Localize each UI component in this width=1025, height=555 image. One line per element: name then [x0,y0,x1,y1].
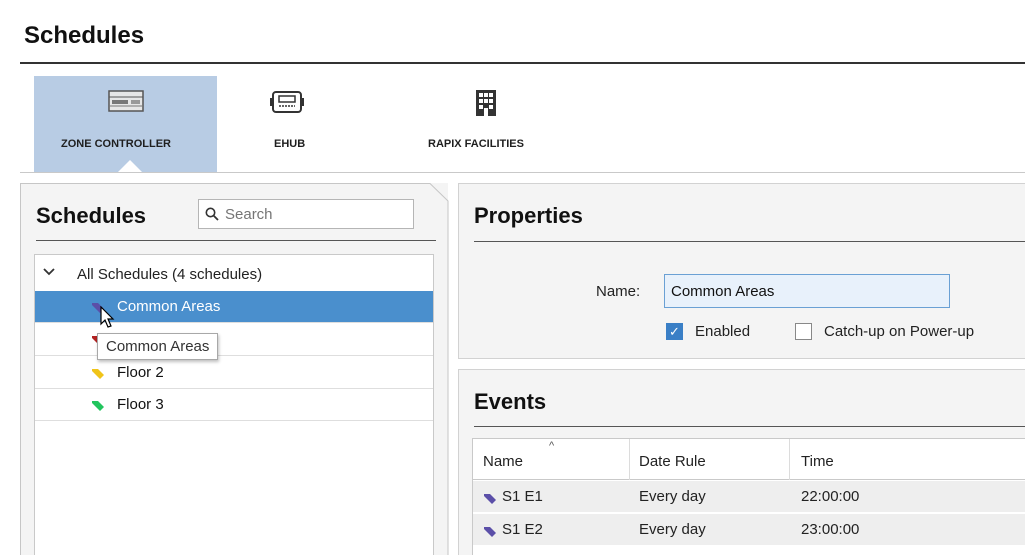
schedules-panel-border [20,183,449,555]
tab-ehub[interactable]: EHUB [240,76,340,172]
device-tabs: ZONE CONTROLLER EHUB RAPIX FACILITIES [20,76,1025,172]
active-tab-notch [118,160,142,172]
tab-rapix-facilities[interactable]: RAPIX FACILITIES [415,76,555,172]
tab-zone-controller[interactable]: ZONE CONTROLLER [34,76,217,172]
building-icon [476,90,496,116]
events-panel-border [458,369,1025,555]
ehub-icon [270,91,304,113]
tooltip: Common Areas [97,333,219,360]
page-title: Schedules [24,22,145,49]
zone-controller-icon [108,90,144,112]
title-divider [20,62,1025,64]
mouse-cursor-icon [100,306,115,328]
tabs-divider [20,172,1025,173]
tab-label: EHUB [274,138,306,150]
tab-label: ZONE CONTROLLER [61,138,171,150]
properties-panel-border [458,183,1025,359]
tab-label: RAPIX FACILITIES [428,138,524,150]
